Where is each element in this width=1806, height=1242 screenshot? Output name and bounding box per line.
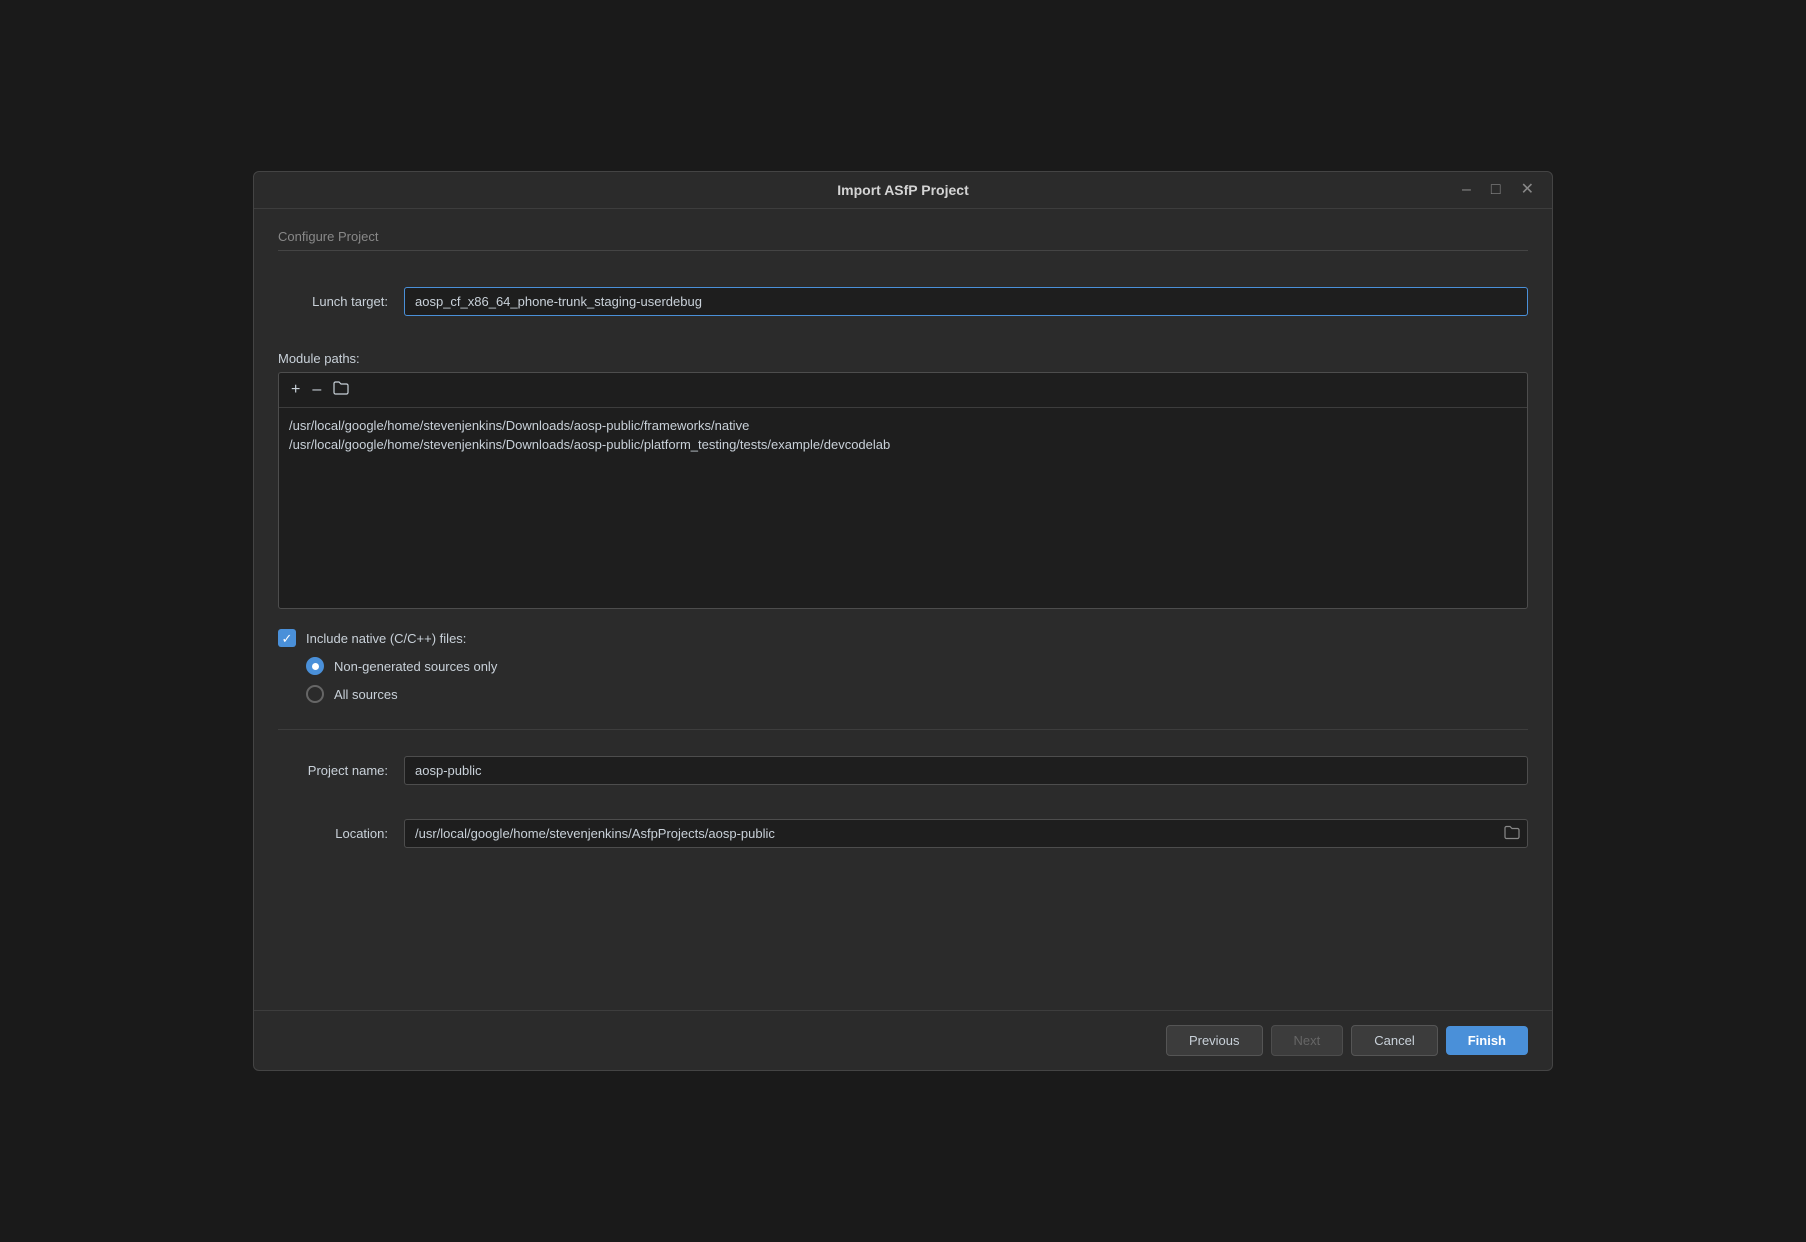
list-item: /usr/local/google/home/stevenjenkins/Dow…	[289, 435, 1517, 454]
cancel-button[interactable]: Cancel	[1351, 1025, 1437, 1056]
include-native-row: ✓ Include native (C/C++) files:	[278, 629, 1528, 647]
module-paths-toolbar: + –	[279, 373, 1527, 408]
list-item: /usr/local/google/home/stevenjenkins/Dow…	[289, 416, 1517, 435]
include-native-label: Include native (C/C++) files:	[306, 631, 466, 646]
section-configure-project: Configure Project	[278, 229, 1528, 251]
dialog-content: Configure Project Lunch target: Module p…	[254, 209, 1552, 1010]
lunch-target-label: Lunch target:	[278, 294, 388, 309]
non-generated-radio-label: Non-generated sources only	[334, 659, 497, 674]
project-name-input[interactable]	[404, 756, 1528, 785]
include-native-checkbox[interactable]: ✓	[278, 629, 296, 647]
next-button: Next	[1271, 1025, 1344, 1056]
add-module-path-button[interactable]: +	[287, 380, 304, 400]
all-sources-radio-label: All sources	[334, 687, 398, 702]
module-paths-container: + – /usr/local/google/home/stevenjenkins…	[278, 372, 1528, 609]
folder-icon	[333, 382, 349, 398]
remove-module-path-button[interactable]: –	[308, 380, 325, 400]
include-native-section: ✓ Include native (C/C++) files: Non-gene…	[278, 629, 1528, 703]
title-bar: Import ASfP Project – □ ✕	[254, 172, 1552, 209]
previous-button[interactable]: Previous	[1166, 1025, 1263, 1056]
browse-module-path-button[interactable]	[329, 379, 353, 401]
lunch-target-row: Lunch target:	[278, 287, 1528, 316]
location-input-wrapper	[404, 819, 1528, 848]
all-sources-radio[interactable]	[306, 685, 324, 703]
finish-button[interactable]: Finish	[1446, 1026, 1528, 1055]
separator	[278, 729, 1528, 730]
location-browse-button[interactable]	[1502, 823, 1522, 844]
dialog-footer: Previous Next Cancel Finish	[254, 1010, 1552, 1070]
title-controls: – □ ✕	[1456, 180, 1540, 200]
non-generated-radio[interactable]	[306, 657, 324, 675]
native-sources-radio-group: Non-generated sources only All sources	[306, 657, 1528, 703]
project-name-row: Project name:	[278, 756, 1528, 785]
maximize-button[interactable]: □	[1485, 180, 1507, 200]
location-input[interactable]	[404, 819, 1528, 848]
checkmark-icon: ✓	[282, 632, 293, 645]
dialog-title: Import ASfP Project	[837, 182, 968, 198]
module-paths-list: /usr/local/google/home/stevenjenkins/Dow…	[279, 408, 1527, 608]
project-name-label: Project name:	[278, 763, 388, 778]
close-button[interactable]: ✕	[1515, 180, 1540, 200]
module-paths-section: Module paths: + – /	[278, 350, 1528, 609]
module-paths-label: Module paths:	[278, 351, 360, 366]
minimize-button[interactable]: –	[1456, 180, 1477, 200]
location-label: Location:	[278, 826, 388, 841]
non-generated-radio-row: Non-generated sources only	[306, 657, 1528, 675]
import-asfp-dialog: Import ASfP Project – □ ✕ Configure Proj…	[253, 171, 1553, 1071]
location-row: Location:	[278, 819, 1528, 848]
all-sources-radio-row: All sources	[306, 685, 1528, 703]
lunch-target-input[interactable]	[404, 287, 1528, 316]
folder-browse-icon	[1504, 825, 1520, 839]
